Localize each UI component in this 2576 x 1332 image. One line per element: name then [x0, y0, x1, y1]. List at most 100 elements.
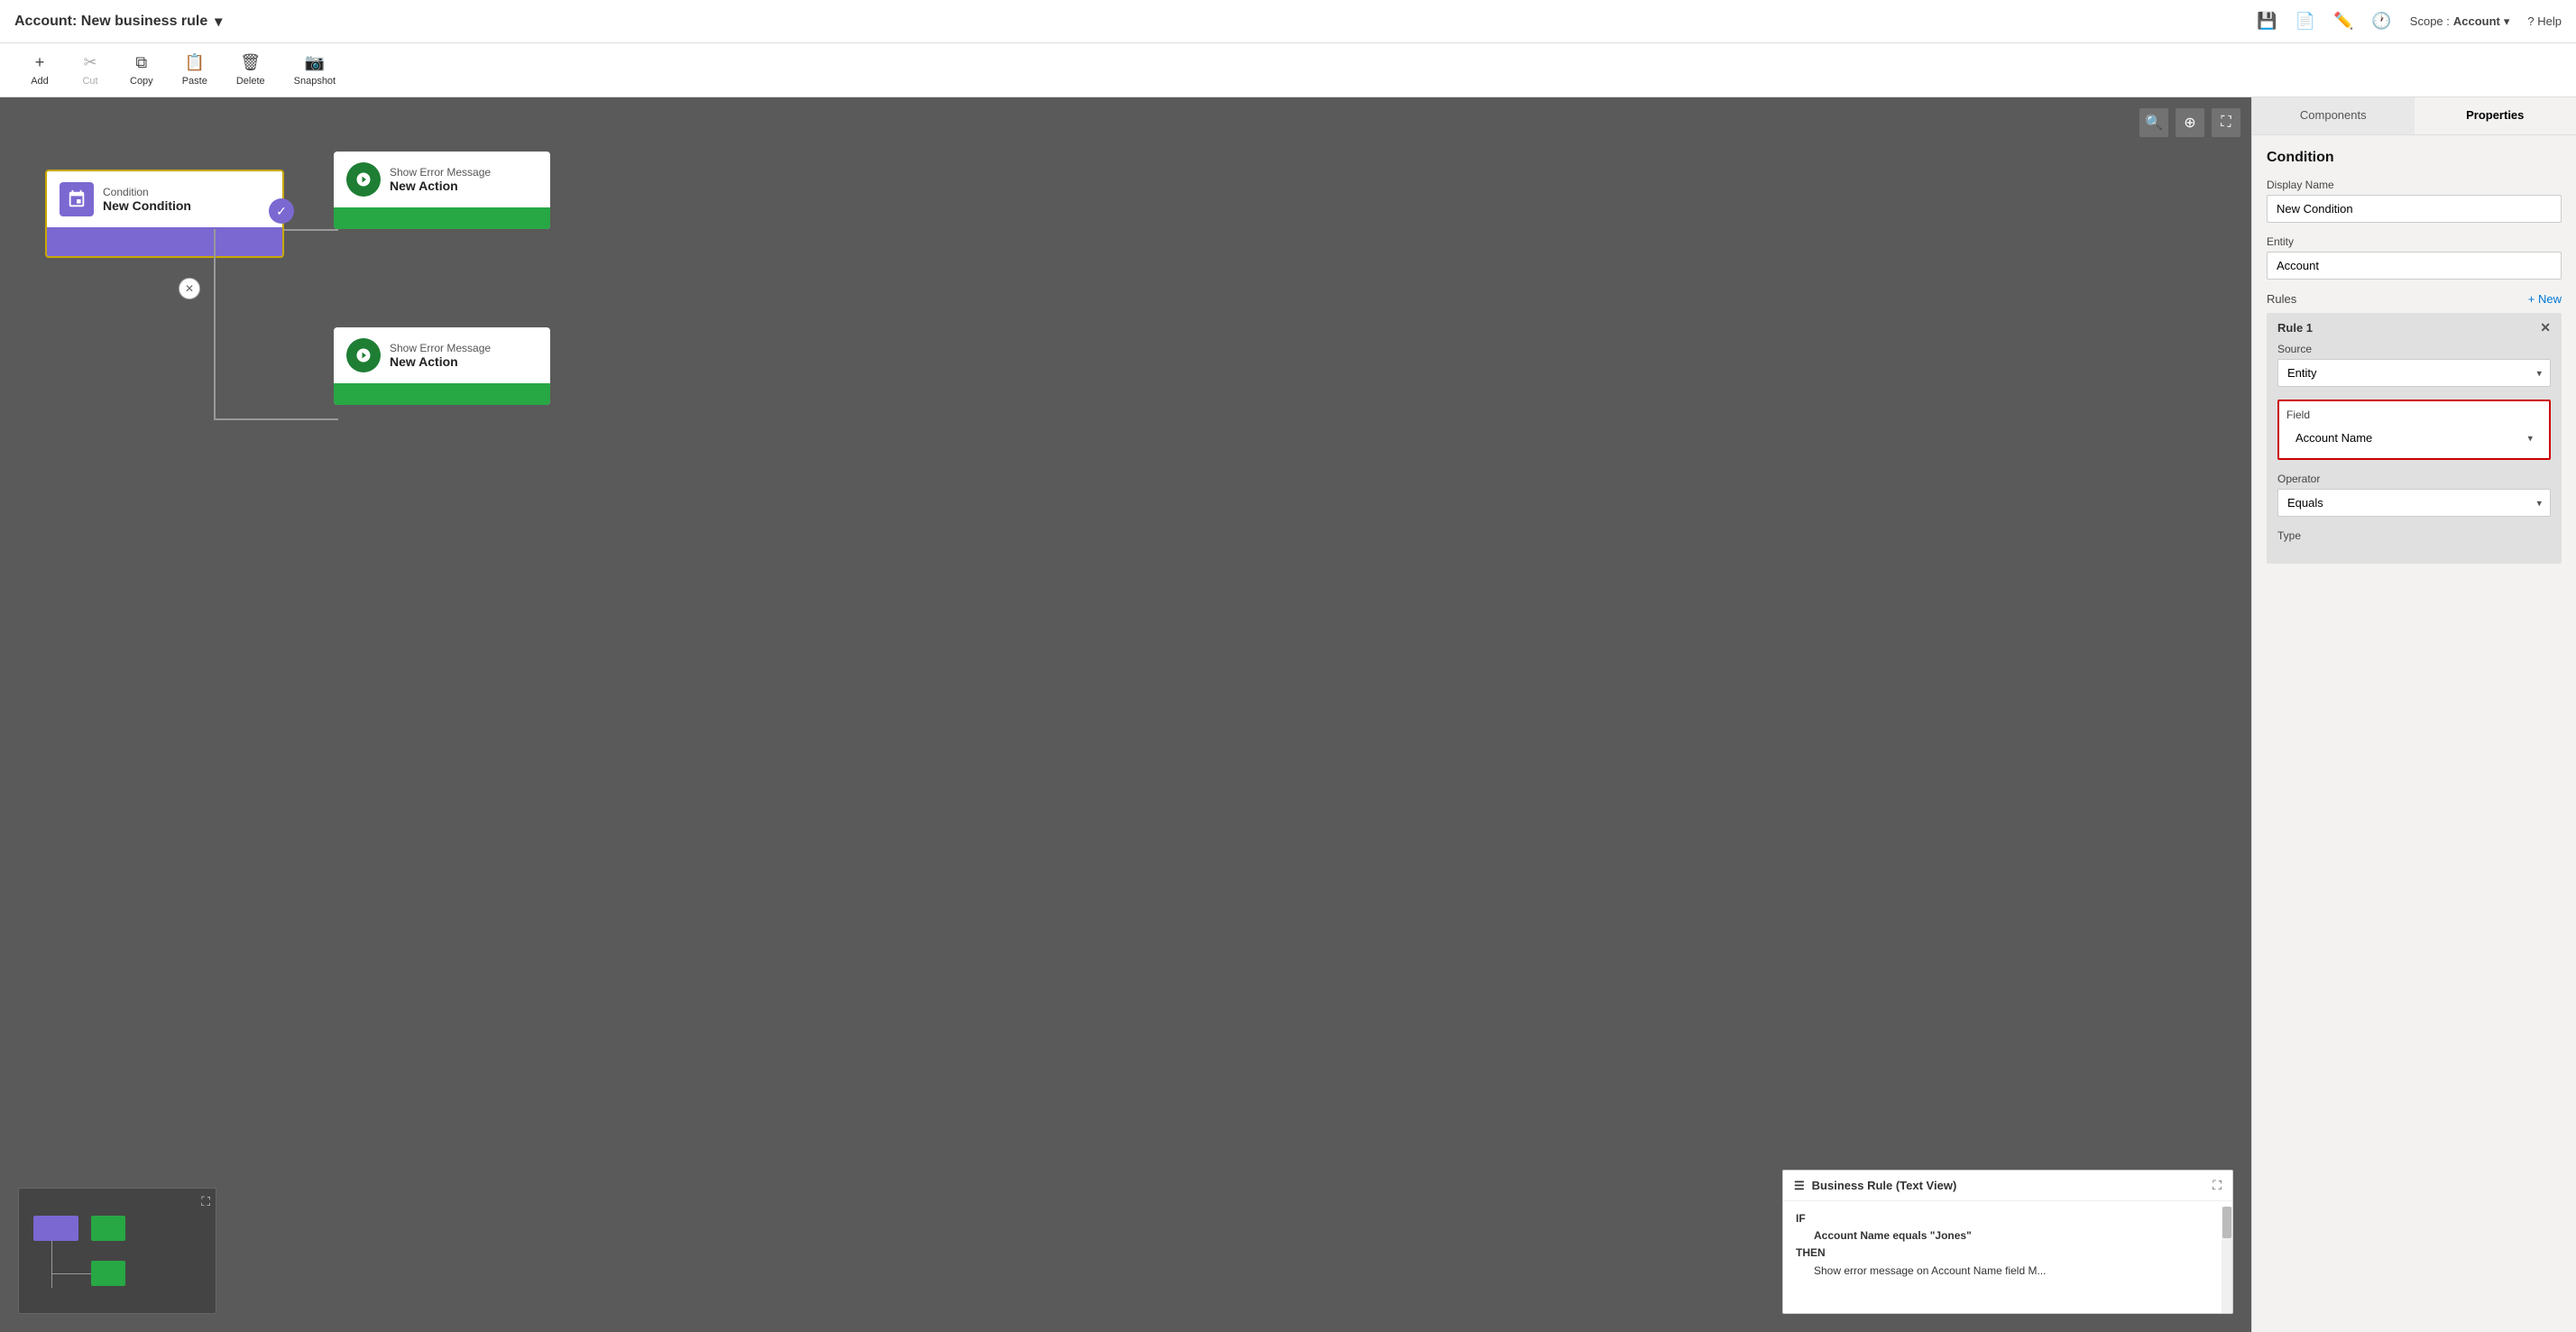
cut-button[interactable]: ✂ Cut — [65, 50, 115, 90]
rules-new-button[interactable]: + New — [2528, 292, 2562, 306]
entity-field-group: Entity — [2267, 235, 2562, 280]
field-field-group: Field Account Name ▾ — [2277, 400, 2551, 460]
tab-components[interactable]: Components — [2252, 97, 2415, 134]
toolbar: + Add ✂ Cut ⧉ Copy 📋 Paste 🗑 Delete 📷 Sn… — [0, 43, 2576, 97]
action-node-2[interactable]: Show Error Message New Action — [334, 327, 550, 405]
connector-line-v — [214, 229, 216, 418]
fit-view-icon: ⛶ — [2221, 115, 2231, 131]
field-select[interactable]: Account Name — [2286, 425, 2542, 451]
x-connector: ✕ — [179, 278, 200, 299]
add-button[interactable]: + Add — [14, 50, 65, 90]
text-view-action-line: Show error message on Account Name field… — [1796, 1263, 2220, 1280]
panel-content: Condition Display Name Entity Rules + Ne… — [2252, 135, 2576, 585]
title-bar-left: Account: New business rule ▾ — [14, 13, 222, 31]
text-view-expand-button[interactable]: ⛶ — [2213, 1178, 2222, 1193]
action-node-2-text: Show Error Message New Action — [390, 342, 491, 369]
action-node-2-icon — [346, 338, 381, 372]
copy-button[interactable]: ⧉ Copy — [115, 50, 168, 90]
snapshot-icon: 📷 — [305, 53, 325, 72]
help-button[interactable]: ? Help — [2527, 14, 2562, 28]
operator-select-wrap: Equals Does Not Equal Contains Does Not … — [2277, 489, 2551, 517]
mini-map-expand-icon[interactable]: ⛶ — [201, 1194, 210, 1209]
operator-field-group: Operator Equals Does Not Equal Contains … — [2277, 473, 2551, 517]
condition-node[interactable]: Condition New Condition — [45, 170, 284, 258]
rules-label: Rules — [2267, 292, 2296, 306]
rule-1-label: Rule 1 — [2277, 321, 2313, 335]
display-name-input[interactable] — [2267, 195, 2562, 223]
condition-text: Account Name equals "Jones" — [1814, 1229, 1972, 1242]
condition-node-header: Condition New Condition — [47, 171, 282, 227]
zoom-in-button[interactable]: ⊕ — [2176, 108, 2204, 137]
condition-node-text: Condition New Condition — [103, 186, 191, 213]
title-bar-right: 💾 📄 ✏️ 🕐 Scope : Account ▾ ? Help — [2257, 12, 2562, 31]
tab-properties[interactable]: Properties — [2415, 97, 2576, 134]
condition-node-bar — [47, 227, 282, 256]
rule-1-content: Source Entity Value ▾ Field — [2267, 343, 2562, 564]
action-text: Show error message on Account Name field… — [1814, 1264, 2046, 1277]
action-node-2-header: Show Error Message New Action — [334, 327, 550, 383]
canvas-controls: 🔍 ⊕ ⛶ — [2139, 108, 2240, 137]
snapshot-button[interactable]: 📷 Snapshot — [280, 50, 350, 90]
condition-node-name: New Condition — [103, 198, 191, 213]
source-label: Source — [2277, 343, 2551, 355]
edit-icon[interactable]: ✏️ — [2333, 12, 2353, 31]
connector-line-h2 — [214, 418, 338, 420]
mini-map: ⛶ — [18, 1188, 216, 1314]
condition-node-label: Condition — [103, 186, 191, 198]
history-icon[interactable]: 🕐 — [2371, 12, 2391, 31]
text-view-condition-line: Account Name equals "Jones" — [1796, 1227, 2220, 1245]
text-view-scroll-thumb — [2222, 1207, 2231, 1238]
text-view-title-text: Business Rule (Text View) — [1812, 1179, 1957, 1192]
fit-view-button[interactable]: ⛶ — [2212, 108, 2240, 137]
zoom-out-icon: 🔍 — [2145, 114, 2163, 132]
type-field-group: Type — [2277, 529, 2551, 542]
display-name-field-group: Display Name — [2267, 179, 2562, 223]
field-label: Field — [2286, 409, 2542, 421]
text-view-content: IF Account Name equals "Jones" THEN Show… — [1783, 1201, 2232, 1308]
action-node-1-label: Show Error Message — [390, 166, 491, 179]
connector-line-1 — [284, 229, 338, 231]
condition-node-icon — [60, 182, 94, 216]
panel-section-title: Condition — [2267, 150, 2562, 166]
rule-1-header: Rule 1 ✕ — [2267, 313, 2562, 343]
action-node-2-bar — [334, 383, 550, 405]
rule-1-close-button[interactable]: ✕ — [2540, 320, 2551, 335]
canvas-area[interactable]: 🔍 ⊕ ⛶ Condition New Condition — [0, 97, 2251, 1332]
operator-select[interactable]: Equals Does Not Equal Contains Does Not … — [2277, 489, 2551, 517]
checkmark-connector: ✓ — [269, 198, 294, 224]
action-node-1-bar — [334, 207, 550, 229]
text-view-then-line: THEN — [1796, 1245, 2220, 1262]
type-label: Type — [2277, 529, 2551, 542]
if-keyword: IF — [1796, 1212, 1806, 1225]
source-select-wrap: Entity Value ▾ — [2277, 359, 2551, 387]
cut-icon: ✂ — [83, 53, 97, 72]
action-node-2-label: Show Error Message — [390, 342, 491, 354]
text-view-title-area: ☰ Business Rule (Text View) — [1794, 1179, 1956, 1193]
operator-label: Operator — [2277, 473, 2551, 485]
mini-action-node-1 — [91, 1216, 125, 1241]
action-node-1-name: New Action — [390, 179, 491, 193]
save-icon[interactable]: 💾 — [2257, 12, 2277, 31]
entity-input[interactable] — [2267, 252, 2562, 280]
action-node-2-name: New Action — [390, 354, 491, 369]
title-chevron-icon[interactable]: ▾ — [215, 13, 222, 31]
then-keyword: THEN — [1796, 1246, 1826, 1259]
panel-tabs: Components Properties — [2252, 97, 2576, 135]
text-view-header: ☰ Business Rule (Text View) ⛶ — [1783, 1171, 2232, 1201]
source-field-group: Source Entity Value ▾ — [2277, 343, 2551, 387]
text-view-icon: ☰ — [1794, 1179, 1805, 1193]
zoom-out-button[interactable]: 🔍 — [2139, 108, 2168, 137]
paste-button[interactable]: 📋 Paste — [168, 50, 222, 90]
paste-icon: 📋 — [185, 53, 205, 72]
scope-chevron-icon: ▾ — [2504, 14, 2510, 29]
scope-selector[interactable]: Scope : Account ▾ — [2410, 14, 2510, 29]
rules-header: Rules + New — [2267, 292, 2562, 306]
mini-action-node-2 — [91, 1261, 125, 1286]
source-select[interactable]: Entity Value — [2277, 359, 2551, 387]
delete-button[interactable]: 🗑 Delete — [222, 50, 280, 90]
scope-value: Account — [2453, 14, 2500, 28]
action-node-1[interactable]: Show Error Message New Action — [334, 152, 550, 229]
text-view-scrollbar[interactable] — [2222, 1207, 2232, 1313]
save-as-icon[interactable]: 📄 — [2295, 12, 2315, 31]
action-node-1-text: Show Error Message New Action — [390, 166, 491, 193]
